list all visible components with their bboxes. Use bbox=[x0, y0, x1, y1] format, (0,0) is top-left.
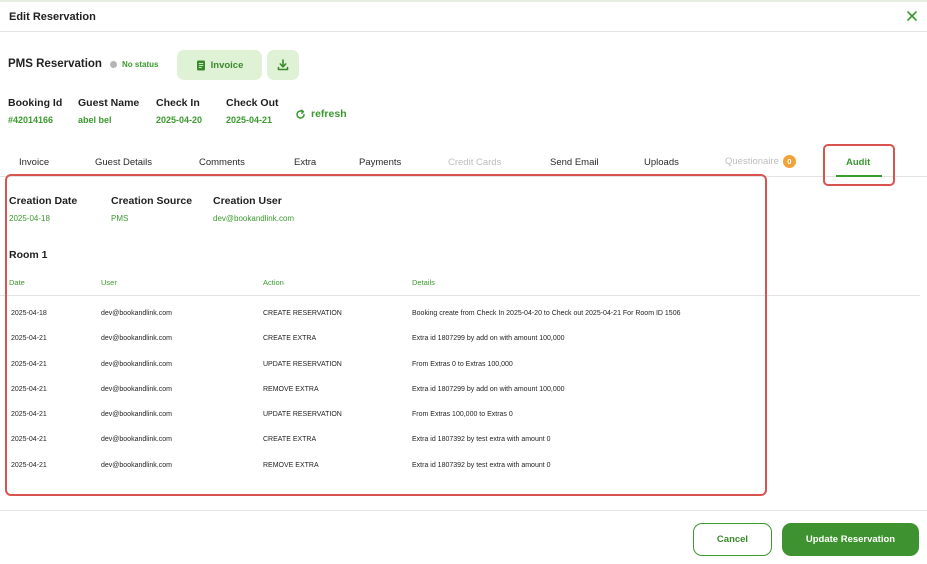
refresh-icon bbox=[296, 108, 305, 119]
cell-action: CREATE RESERVATION bbox=[263, 310, 342, 317]
creation-date-value: 2025-04-18 bbox=[9, 214, 50, 223]
modal-header: Edit Reservation bbox=[0, 2, 927, 32]
cell-action: REMOVE EXTRA bbox=[263, 385, 319, 393]
active-tab-indicator bbox=[836, 175, 882, 177]
invoice-button-label: Invoice bbox=[210, 59, 244, 71]
cancel-button[interactable]: Cancel bbox=[693, 523, 772, 556]
close-icon[interactable] bbox=[906, 9, 918, 23]
creation-user-value: dev@bookandlink.com bbox=[213, 214, 295, 223]
booking-id-field: Booking Id #42014166 bbox=[8, 97, 62, 125]
cell-details: Booking create from Check In 2025-04-20 … bbox=[412, 310, 681, 317]
cell-date: 2025-04-18 bbox=[11, 310, 47, 317]
refresh-button[interactable]: refresh bbox=[295, 108, 347, 120]
update-reservation-button[interactable]: Update Reservation bbox=[782, 523, 919, 556]
cell-details: From Extras 0 to Extras 100,000 bbox=[412, 360, 513, 368]
cell-user: dev@bookandlink.com bbox=[101, 360, 172, 368]
column-header-details: Details bbox=[412, 278, 435, 287]
tab-uploads[interactable]: Uploads bbox=[644, 157, 679, 168]
modal-title: Edit Reservation bbox=[9, 11, 96, 23]
creation-user-label: Creation User bbox=[213, 195, 282, 207]
booking-id-value: #42014166 bbox=[8, 115, 54, 125]
tab-invoice[interactable]: Invoice bbox=[19, 157, 49, 168]
invoice-button[interactable]: Invoice bbox=[177, 50, 262, 80]
cell-details: Extra id 1807299 by add on with amount 1… bbox=[412, 385, 565, 393]
download-button[interactable] bbox=[267, 50, 299, 80]
cell-user: dev@bookandlink.com bbox=[101, 411, 172, 419]
cell-details: Extra id 1807392 by test extra with amou… bbox=[412, 436, 551, 444]
pms-header-row: PMS Reservation No status Invoice bbox=[8, 50, 608, 80]
cell-date: 2025-04-21 bbox=[11, 411, 47, 419]
column-header-date: Date bbox=[9, 278, 25, 287]
cell-action: UPDATE RESERVATION bbox=[263, 360, 342, 368]
cell-details: Extra id 1807392 by test extra with amou… bbox=[412, 461, 551, 469]
cell-user: dev@bookandlink.com bbox=[101, 436, 172, 444]
questionaire-count-badge: 0 bbox=[782, 155, 796, 168]
tab-extra[interactable]: Extra bbox=[294, 157, 316, 168]
modal-footer: Cancel Update Reservation bbox=[0, 510, 927, 564]
table-row: 2025-04-21 dev@bookandlink.com CREATE EX… bbox=[0, 422, 920, 447]
creation-source-field: Creation Source PMS bbox=[111, 195, 192, 223]
cell-user: dev@bookandlink.com bbox=[101, 461, 172, 469]
column-header-user: User bbox=[101, 278, 117, 287]
audit-table: Date User Action Details 2025-04-18 dev@… bbox=[0, 272, 920, 473]
status-text: No status bbox=[122, 60, 159, 69]
cell-user: dev@bookandlink.com bbox=[101, 385, 172, 393]
tab-bar: Invoice Guest Details Comments Extra Pay… bbox=[0, 151, 927, 177]
audit-table-header: Date User Action Details bbox=[0, 272, 920, 296]
table-row: 2025-04-21 dev@bookandlink.com UPDATE RE… bbox=[0, 397, 920, 422]
download-icon bbox=[277, 59, 289, 71]
cell-action: CREATE EXTRA bbox=[263, 335, 317, 343]
cell-action: UPDATE RESERVATION bbox=[263, 411, 342, 419]
cell-user: dev@bookandlink.com bbox=[101, 310, 172, 317]
booking-id-label: Booking Id bbox=[8, 97, 63, 109]
tab-audit[interactable]: Audit bbox=[846, 157, 870, 168]
creation-user-field: Creation User dev@bookandlink.com bbox=[213, 195, 294, 223]
cell-date: 2025-04-21 bbox=[11, 335, 47, 343]
cell-action: REMOVE EXTRA bbox=[263, 461, 319, 469]
tab-questionaire: Questionaire 0 bbox=[725, 155, 796, 168]
guest-name-value: abel bel bbox=[78, 115, 112, 125]
tab-guest-details[interactable]: Guest Details bbox=[95, 157, 152, 168]
table-row: 2025-04-21 dev@bookandlink.com CREATE EX… bbox=[0, 321, 920, 346]
cell-date: 2025-04-21 bbox=[11, 385, 47, 393]
tab-credit-cards: Credit Cards bbox=[448, 157, 502, 168]
check-in-value: 2025-04-20 bbox=[156, 115, 203, 125]
tab-comments[interactable]: Comments bbox=[199, 157, 245, 168]
creation-date-field: Creation Date 2025-04-18 bbox=[9, 195, 77, 223]
table-row: 2025-04-21 dev@bookandlink.com UPDATE RE… bbox=[0, 347, 920, 372]
booking-info-row: Booking Id #42014166 Guest Name abel bel… bbox=[8, 97, 608, 131]
check-out-field: Check Out 2025-04-21 bbox=[226, 97, 279, 125]
table-row: 2025-04-18 dev@bookandlink.com CREATE RE… bbox=[0, 296, 920, 321]
check-in-label: Check In bbox=[156, 97, 200, 109]
cell-date: 2025-04-21 bbox=[11, 360, 47, 368]
column-header-action: Action bbox=[263, 278, 284, 287]
cell-date: 2025-04-21 bbox=[11, 461, 47, 469]
tab-payments[interactable]: Payments bbox=[359, 157, 401, 168]
cell-action: CREATE EXTRA bbox=[263, 436, 317, 444]
guest-name-field: Guest Name abel bel bbox=[78, 97, 139, 125]
tab-questionaire-label: Questionaire bbox=[725, 156, 779, 168]
refresh-label: refresh bbox=[311, 108, 347, 120]
status-dot-icon bbox=[110, 61, 117, 68]
creation-source-label: Creation Source bbox=[111, 195, 193, 207]
creation-source-value: PMS bbox=[111, 214, 129, 223]
tab-send-email[interactable]: Send Email bbox=[550, 157, 599, 168]
table-row: 2025-04-21 dev@bookandlink.com REMOVE EX… bbox=[0, 372, 920, 397]
cell-date: 2025-04-21 bbox=[11, 436, 47, 444]
cell-details: From Extras 100,000 to Extras 0 bbox=[412, 411, 513, 419]
check-out-label: Check Out bbox=[226, 97, 279, 109]
pms-title: PMS Reservation bbox=[8, 58, 102, 70]
cell-user: dev@bookandlink.com bbox=[101, 335, 172, 343]
guest-name-label: Guest Name bbox=[78, 97, 140, 109]
check-out-value: 2025-04-21 bbox=[226, 115, 273, 125]
table-row: 2025-04-21 dev@bookandlink.com REMOVE EX… bbox=[0, 448, 920, 473]
room-title: Room 1 bbox=[9, 249, 48, 261]
document-icon bbox=[196, 60, 205, 70]
check-in-field: Check In 2025-04-20 bbox=[156, 97, 202, 125]
creation-date-label: Creation Date bbox=[9, 195, 78, 207]
cell-details: Extra id 1807299 by add on with amount 1… bbox=[412, 335, 565, 343]
